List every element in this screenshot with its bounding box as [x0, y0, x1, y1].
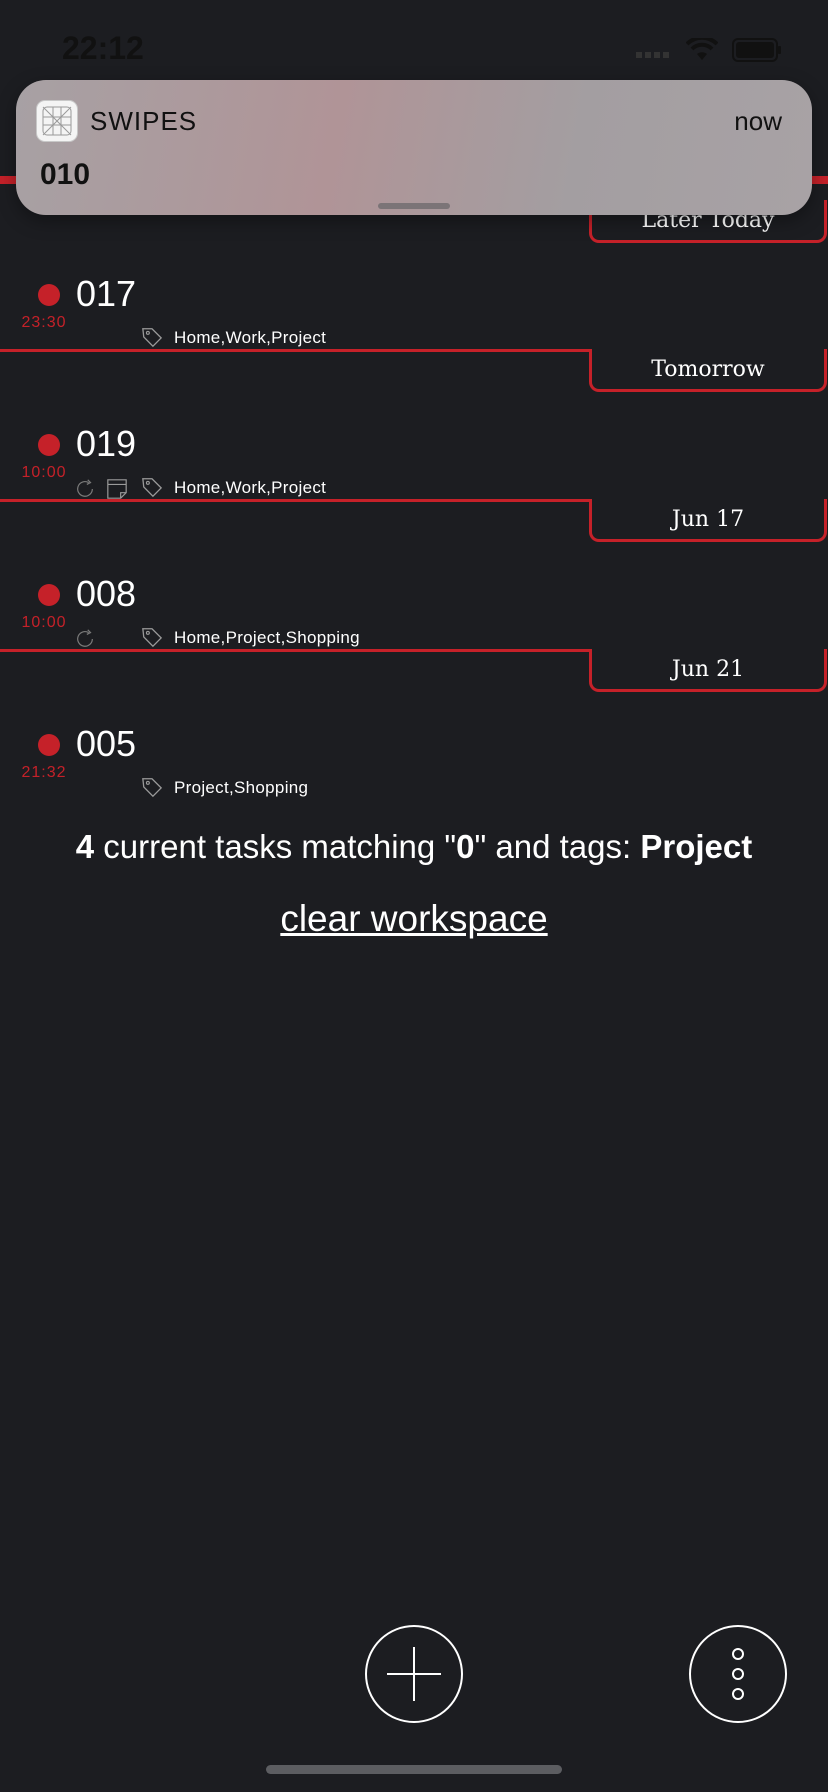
task-tags: Project,Shopping [174, 778, 309, 797]
wifi-icon [686, 38, 718, 60]
tag-icon [142, 628, 163, 648]
task-tags: Home,Work,Project [174, 328, 327, 347]
plus-icon [387, 1647, 441, 1701]
signal-icon [636, 52, 669, 58]
task-time: 10:00 [21, 614, 67, 631]
notification-handle[interactable] [378, 203, 450, 209]
repeat-icon [77, 629, 93, 647]
section-divider [0, 649, 592, 652]
notification-banner[interactable]: SWIPES now 010 [16, 80, 812, 215]
task-title[interactable]: 017 [76, 273, 136, 315]
status-icons [636, 38, 782, 62]
tag-icon [142, 328, 163, 348]
note-icon [107, 479, 127, 499]
task-dot[interactable] [38, 734, 60, 756]
summary-tag: Project [640, 828, 753, 865]
repeat-icon [77, 479, 93, 497]
section-jun-17[interactable]: Jun 17 [589, 499, 827, 542]
task-tags: Home,Project,Shopping [174, 628, 360, 647]
summary-text: current tasks matching " [94, 828, 457, 865]
task-time: 21:32 [21, 764, 67, 781]
task-title[interactable]: 005 [76, 723, 136, 765]
notification-app-name: SWIPES [90, 106, 198, 136]
notification-message: 010 [40, 158, 91, 191]
results-summary: 4 current tasks matching "0" and tags: P… [0, 828, 828, 866]
summary-count: 4 [75, 828, 95, 865]
more-vertical-icon [732, 1648, 744, 1700]
task-dot[interactable] [38, 284, 60, 306]
task-time: 23:30 [21, 314, 67, 331]
task-time: 10:00 [21, 464, 67, 481]
section-divider [0, 499, 592, 502]
section-tomorrow[interactable]: Tomorrow [589, 349, 827, 392]
section-jun-21[interactable]: Jun 21 [589, 649, 827, 692]
task-title[interactable]: 019 [76, 423, 136, 465]
more-options-button[interactable] [689, 1625, 787, 1723]
task-title[interactable]: 008 [76, 573, 136, 615]
summary-text-2: " and tags: [474, 828, 641, 865]
notification-time: now [734, 106, 782, 136]
tag-icon [142, 778, 163, 798]
app-icon [36, 100, 78, 142]
status-time: 22:12 [62, 30, 144, 66]
home-indicator[interactable] [266, 1765, 562, 1774]
section-divider [0, 349, 592, 352]
tag-icon [142, 478, 163, 498]
battery-icon [732, 38, 781, 62]
add-task-button[interactable] [365, 1625, 463, 1723]
task-dot[interactable] [38, 434, 60, 456]
clear-workspace-link[interactable]: clear workspace [0, 898, 828, 940]
task-tags: Home,Work,Project [174, 478, 327, 497]
summary-query: 0 [456, 828, 475, 865]
task-dot[interactable] [38, 584, 60, 606]
